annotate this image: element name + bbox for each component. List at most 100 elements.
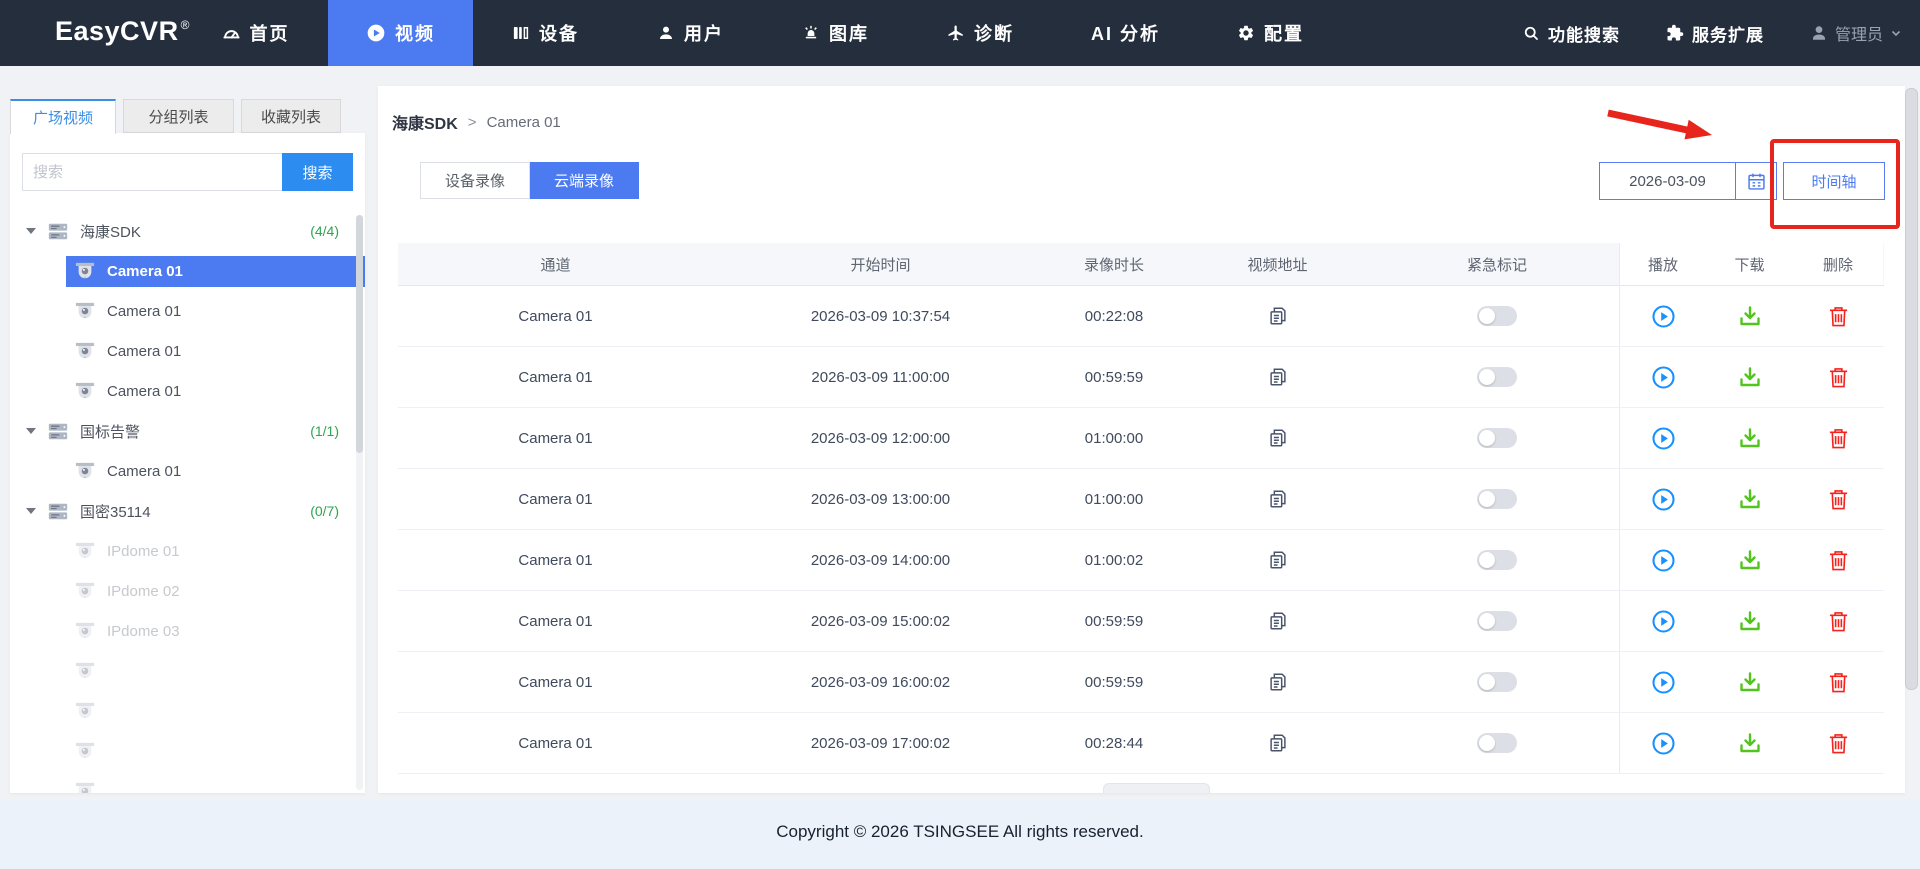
play-button[interactable] <box>1651 487 1676 512</box>
tree-item-camera[interactable]: Camera 01 <box>10 451 365 491</box>
tree-item-camera[interactable]: IPdome 03 <box>10 611 365 651</box>
timeline-button[interactable]: 时间轴 <box>1783 162 1885 200</box>
play-button[interactable] <box>1651 426 1676 451</box>
page-scrollbar[interactable] <box>1905 88 1918 690</box>
sidebar-tab-0[interactable]: 广场视频 <box>10 99 116 134</box>
video-address-copy-icon[interactable] <box>1267 549 1289 571</box>
download-button[interactable] <box>1738 670 1762 694</box>
delete-button[interactable] <box>1828 610 1849 633</box>
delete-button[interactable] <box>1828 427 1849 450</box>
table-row: Camera 01 2026-03-09 12:00:00 01:00:00 <box>398 408 1884 469</box>
date-picker[interactable]: 2026-03-09 <box>1599 162 1777 200</box>
tree-item-camera[interactable] <box>10 731 365 771</box>
nav-item-gallery[interactable]: 图库 <box>763 0 908 66</box>
breadcrumb-parent[interactable]: 海康SDK <box>392 110 458 134</box>
delete-button[interactable] <box>1828 366 1849 389</box>
online-count-badge: (1/1) <box>310 423 339 439</box>
download-button[interactable] <box>1738 609 1762 633</box>
video-address-copy-icon[interactable] <box>1267 732 1289 754</box>
delete-button[interactable] <box>1828 671 1849 694</box>
nav-item-diagnosis[interactable]: 诊断 <box>908 0 1053 66</box>
nav-item-home[interactable]: 首页 <box>183 0 328 66</box>
video-address-copy-icon[interactable] <box>1267 305 1289 327</box>
nav-item-device[interactable]: 设备 <box>473 0 618 66</box>
download-button[interactable] <box>1738 487 1762 511</box>
emergency-toggle[interactable] <box>1477 672 1517 692</box>
row-actions <box>1619 591 1883 651</box>
toggle-knob <box>1479 552 1495 568</box>
record-tab-1[interactable]: 云端录像 <box>530 162 640 199</box>
nav-item-label: 视频 <box>395 24 435 44</box>
delete-button[interactable] <box>1828 305 1849 328</box>
tree-item-camera[interactable]: IPdome 01 <box>10 531 365 571</box>
emergency-toggle[interactable] <box>1477 428 1517 448</box>
play-cell <box>1620 591 1706 651</box>
nav-item-config[interactable]: 配置 <box>1198 0 1343 66</box>
play-cell <box>1620 530 1706 590</box>
video-address-copy-icon[interactable] <box>1267 427 1289 449</box>
delete-button[interactable] <box>1828 488 1849 511</box>
play-cell <box>1620 408 1706 468</box>
record-tab-0[interactable]: 设备录像 <box>420 162 531 199</box>
caret-down-icon[interactable] <box>26 428 36 434</box>
service-extension-button[interactable]: 服务扩展 <box>1666 21 1764 46</box>
download-button[interactable] <box>1738 731 1762 755</box>
table-row: Camera 01 2026-03-09 13:00:00 01:00:00 <box>398 469 1884 530</box>
emergency-flag-cell <box>1375 286 1619 346</box>
download-button[interactable] <box>1738 365 1762 389</box>
tree-item-camera[interactable]: Camera 01 <box>10 251 365 291</box>
video-address-cell <box>1180 652 1375 712</box>
play-button[interactable] <box>1651 548 1676 573</box>
tree-item-camera[interactable]: IPdome 02 <box>10 571 365 611</box>
device-search-input[interactable] <box>22 153 282 191</box>
play-button[interactable] <box>1651 365 1676 390</box>
delete-button[interactable] <box>1828 549 1849 572</box>
tree-group[interactable]: 国密35114 (0/7) <box>10 491 365 531</box>
tree-item-camera[interactable]: Camera 01 <box>10 331 365 371</box>
download-button[interactable] <box>1738 426 1762 450</box>
nav-item-video[interactable]: 视频 <box>328 0 473 66</box>
caret-down-icon[interactable] <box>26 228 36 234</box>
emergency-toggle[interactable] <box>1477 367 1517 387</box>
sidebar-scrollbar[interactable] <box>356 215 363 453</box>
tree-item-camera[interactable]: Camera 01 <box>10 371 365 411</box>
tree-item-camera[interactable] <box>10 651 365 691</box>
play-button[interactable] <box>1651 304 1676 329</box>
camera-icon <box>74 381 96 401</box>
emergency-toggle[interactable] <box>1477 306 1517 326</box>
emergency-toggle[interactable] <box>1477 550 1517 570</box>
sidebar-tab-1[interactable]: 分组列表 <box>123 99 234 133</box>
video-address-copy-icon[interactable] <box>1267 671 1289 693</box>
play-button[interactable] <box>1651 731 1676 756</box>
tree-group[interactable]: 国标告警 (1/1) <box>10 411 365 451</box>
video-address-copy-icon[interactable] <box>1267 488 1289 510</box>
device-search-button[interactable]: 搜索 <box>282 153 353 191</box>
play-button[interactable] <box>1651 609 1676 634</box>
emergency-toggle[interactable] <box>1477 733 1517 753</box>
admin-menu[interactable]: 管理员 <box>1810 21 1902 45</box>
nav-item-ai-analysis[interactable]: AI 分析 <box>1053 0 1198 66</box>
emergency-toggle[interactable] <box>1477 611 1517 631</box>
calendar-icon[interactable] <box>1735 163 1776 199</box>
sidebar-tab-2[interactable]: 收藏列表 <box>241 99 341 133</box>
function-search-button[interactable]: 功能搜索 <box>1522 21 1620 46</box>
tree-item-label: Camera 01 <box>107 342 182 360</box>
video-address-copy-icon[interactable] <box>1267 610 1289 632</box>
table-header: 通道 开始时间 录像时长 视频地址 紧急标记 播放 下载 删除 <box>398 243 1884 286</box>
caret-down-icon[interactable] <box>26 508 36 514</box>
tree-group[interactable]: 海康SDK (4/4) <box>10 211 365 251</box>
app-logo[interactable]: EasyCVR ® <box>55 0 190 82</box>
delete-button[interactable] <box>1828 732 1849 755</box>
tree-item-camera[interactable] <box>10 691 365 731</box>
emergency-toggle[interactable] <box>1477 489 1517 509</box>
nav-item-user[interactable]: 用户 <box>618 0 763 66</box>
tree-item-camera[interactable]: Camera 01 <box>10 291 365 331</box>
tree-item-camera[interactable] <box>10 771 365 793</box>
download-cell <box>1706 530 1793 590</box>
nav-item-label: 配置 <box>1264 24 1304 44</box>
video-icon <box>366 23 386 43</box>
download-button[interactable] <box>1738 548 1762 572</box>
play-button[interactable] <box>1651 670 1676 695</box>
video-address-copy-icon[interactable] <box>1267 366 1289 388</box>
download-button[interactable] <box>1738 304 1762 328</box>
